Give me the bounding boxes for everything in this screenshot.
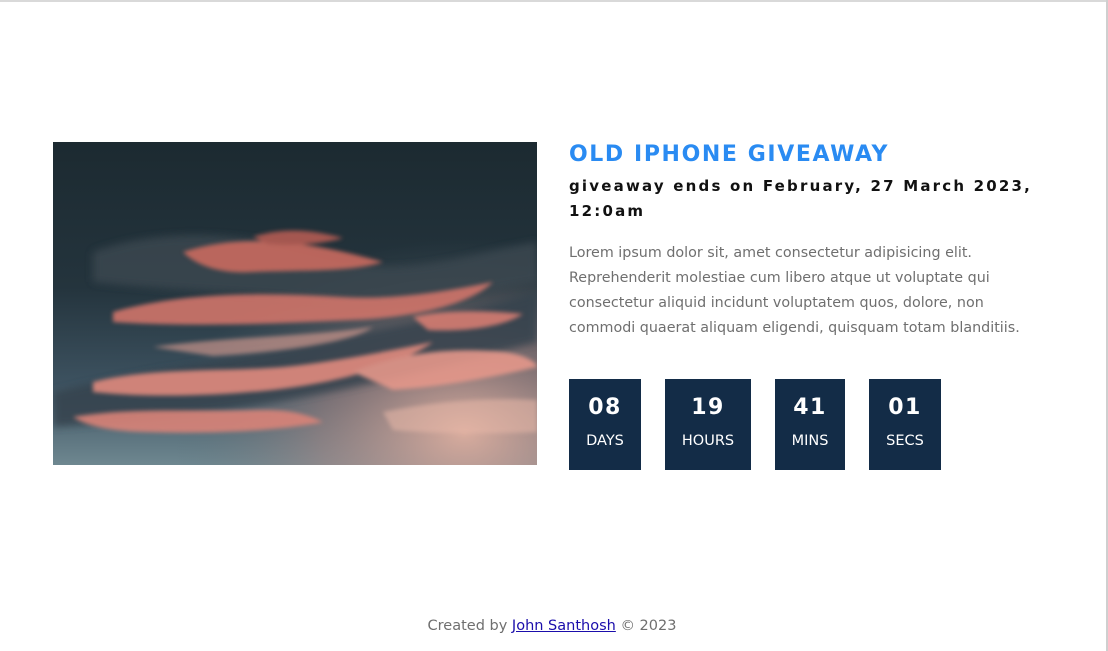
author-link[interactable]: John Santhosh <box>512 618 616 634</box>
giveaway-image <box>53 142 537 465</box>
countdown-hours-value: 19 <box>691 395 725 420</box>
countdown-days-value: 08 <box>588 395 622 420</box>
countdown-secs-value: 01 <box>888 395 922 420</box>
countdown-mins: 41 MINS <box>775 379 845 470</box>
countdown-mins-value: 41 <box>793 395 827 420</box>
countdown-days-label: DAYS <box>586 433 624 449</box>
giveaway-end-date: giveaway ends on February, 27 March 2023… <box>569 177 1033 220</box>
countdown-hours: 19 HOURS <box>665 379 751 470</box>
window-top-border <box>0 0 1108 2</box>
countdown-secs-label: SECS <box>886 433 924 449</box>
countdown-hours-label: HOURS <box>681 433 735 449</box>
giveaway-title: OLD IPHONE GIVEAWAY <box>569 142 890 167</box>
giveaway-info: OLD IPHONE GIVEAWAY giveaway ends on Feb… <box>569 140 1069 341</box>
footer: Created by John Santhosh © 2023 <box>0 618 1104 634</box>
countdown-days: 08 DAYS <box>569 379 641 470</box>
giveaway-description: Lorem ipsum dolor sit, amet consectetur … <box>569 245 1020 336</box>
footer-prefix: Created by <box>427 618 508 634</box>
countdown-mins-label: MINS <box>791 433 829 449</box>
footer-copyright: © 2023 <box>620 618 677 634</box>
countdown-secs: 01 SECS <box>869 379 941 470</box>
